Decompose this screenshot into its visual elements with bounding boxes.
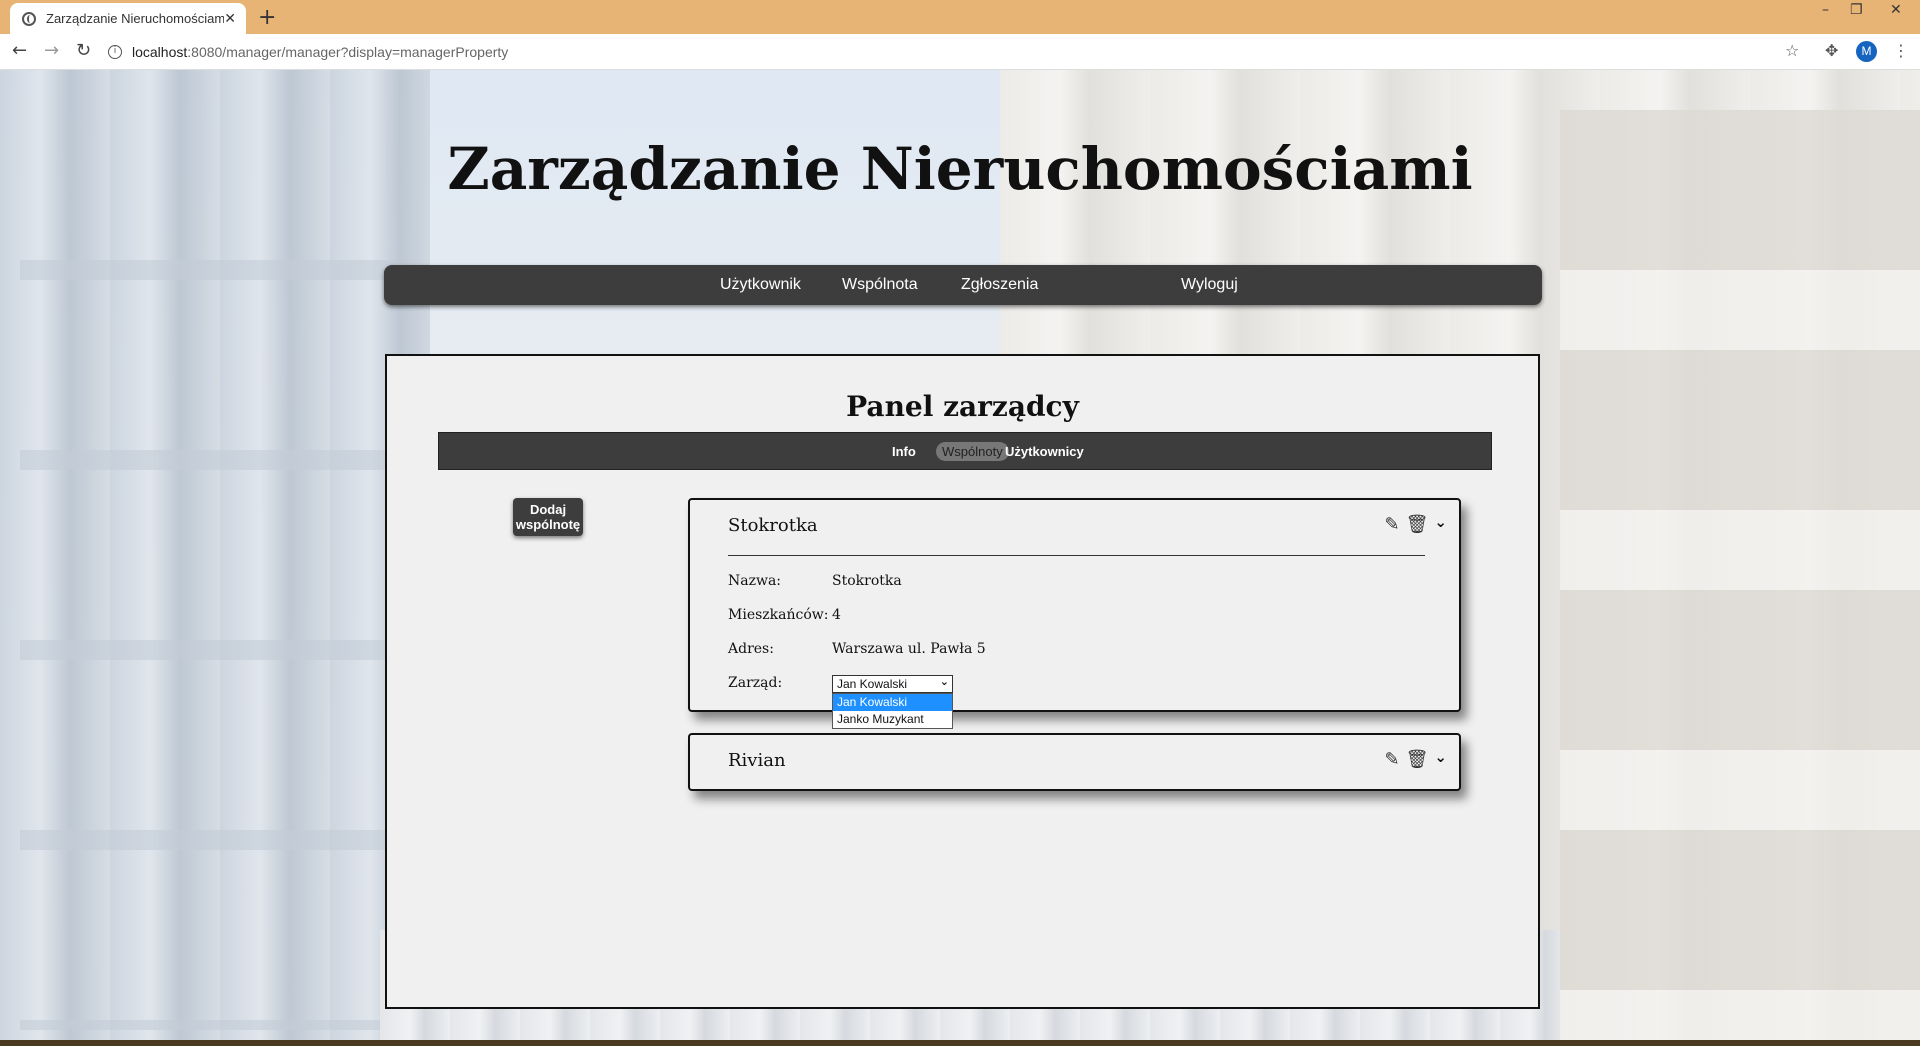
- panel-subnav: Info Wspólnoty Użytkownicy: [438, 432, 1492, 470]
- address-bar[interactable]: i localhost:8080/manager/manager?display…: [108, 39, 1808, 65]
- board-options-list: Jan Kowalski Janko Muzykant: [832, 693, 953, 729]
- tab-info[interactable]: Info: [886, 442, 922, 461]
- avatar[interactable]: M: [1856, 41, 1877, 62]
- trash-icon[interactable]: 🗑: [1406, 514, 1429, 535]
- globe-icon: [22, 11, 36, 26]
- community-name: Rivian: [728, 750, 786, 771]
- panel-title: Panel zarządcy: [846, 390, 1079, 423]
- edit-icon[interactable]: ✎: [1384, 514, 1399, 535]
- menu-icon[interactable]: ⋮: [1893, 41, 1909, 60]
- window-close-icon[interactable]: ✕: [1890, 2, 1902, 18]
- nav-item-community[interactable]: Wspólnota: [842, 276, 918, 294]
- browser-toolbar: ← → ↻ i localhost:8080/manager/manager?d…: [0, 34, 1920, 70]
- divider: [728, 555, 1425, 556]
- background-windows-left: [20, 90, 400, 1030]
- nav-item-user[interactable]: Użytkownik: [720, 276, 801, 294]
- community-card: Stokrotka ✎ 🗑 ⌄ Nazwa: Stokrotka Mieszka…: [688, 498, 1461, 729]
- tab-title: Zarządzanie Nieruchomościami: [46, 11, 225, 26]
- edit-icon[interactable]: ✎: [1384, 749, 1399, 770]
- background-windows-right: [1560, 110, 1920, 1040]
- page-viewport: Zarządzanie Nieruchomościami Użytkownik …: [0, 70, 1920, 1040]
- add-community-button[interactable]: Dodaj wspólnotę: [513, 498, 583, 536]
- board-option[interactable]: Jan Kowalski: [833, 694, 952, 711]
- browser-tab[interactable]: Zarządzanie Nieruchomościami ✕: [10, 3, 246, 34]
- info-icon[interactable]: i: [108, 45, 122, 59]
- star-icon[interactable]: ☆: [1785, 41, 1799, 60]
- back-icon[interactable]: ←: [12, 40, 27, 61]
- tab-communities[interactable]: Wspólnoty: [936, 442, 1009, 461]
- nav-item-reports[interactable]: Zgłoszenia: [961, 276, 1038, 294]
- browser-tab-bar: Zarządzanie Nieruchomościami ✕ + – ❐ ✕: [0, 0, 1920, 34]
- forward-icon[interactable]: →: [44, 40, 59, 61]
- url-text: localhost:8080/manager/manager?display=m…: [132, 44, 509, 60]
- board-select[interactable]: Jan Kowalski ⌄: [832, 675, 953, 693]
- minimize-icon[interactable]: –: [1822, 2, 1829, 18]
- board-option[interactable]: Janko Muzykant: [833, 711, 952, 728]
- trash-icon[interactable]: 🗑: [1406, 749, 1429, 770]
- community-name: Stokrotka: [728, 515, 818, 536]
- extensions-icon[interactable]: ✥: [1825, 41, 1838, 60]
- chevron-down-icon[interactable]: ⌄: [1434, 513, 1447, 531]
- community-card: Rivian ✎ 🗑 ⌄: [688, 733, 1461, 791]
- chevron-down-icon[interactable]: ⌄: [1434, 748, 1447, 766]
- os-taskbar: [0, 1040, 1920, 1046]
- site-title: Zarządzanie Nieruchomościami: [447, 135, 1473, 203]
- main-nav: Użytkownik Wspólnota Zgłoszenia Wyloguj: [384, 265, 1542, 305]
- nav-item-logout[interactable]: Wyloguj: [1181, 276, 1238, 294]
- reload-icon[interactable]: ↻: [76, 40, 91, 61]
- restore-icon[interactable]: ❐: [1850, 2, 1863, 18]
- chevron-down-icon: ⌄: [939, 675, 949, 688]
- manager-panel: Panel zarządcy Info Wspólnoty Użytkownic…: [385, 354, 1540, 1009]
- new-tab-button[interactable]: +: [258, 5, 276, 30]
- tab-users[interactable]: Użytkownicy: [999, 442, 1090, 461]
- tab-close-icon[interactable]: ✕: [224, 11, 236, 27]
